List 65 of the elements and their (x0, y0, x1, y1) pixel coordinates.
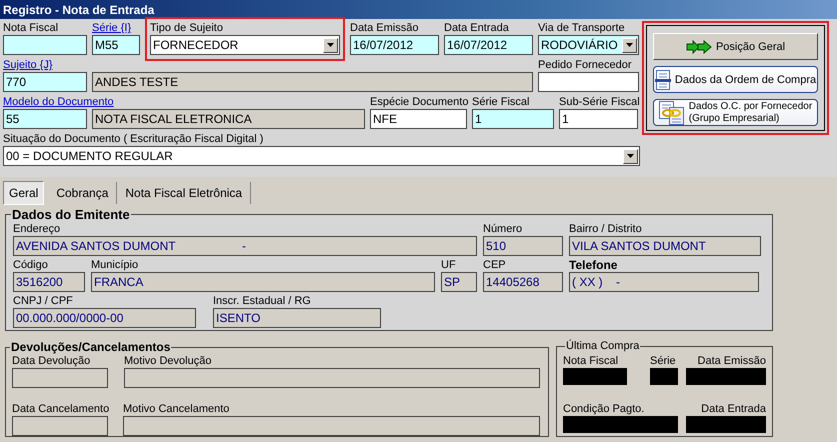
group-title: Devoluções/Cancelamentos (10, 340, 172, 354)
window-title: Registro - Nota de Entrada (3, 2, 154, 16)
field-label: Código (13, 258, 48, 272)
field-label: Situação do Documento ( Escrituração Fiscal Digital ) (3, 132, 264, 146)
input-field[interactable]: 16/07/2012 (350, 35, 439, 55)
field-label: Inscr. Estadual / RG (213, 294, 311, 308)
tab[interactable]: Geral (3, 180, 44, 204)
input-field[interactable]: NOTA FISCAL ELETRONICA (92, 109, 365, 129)
field-label: Série Fiscal (472, 95, 530, 109)
input-field[interactable]: VILA SANTOS DUMONT (569, 236, 761, 256)
input-field[interactable]: ( XX ) - (569, 272, 759, 292)
input-field[interactable]: 1 (559, 109, 638, 129)
input-field[interactable]: 16/07/2012 (444, 35, 533, 55)
field-label: CEP (483, 258, 506, 272)
field-label: Via de Transporte (538, 21, 625, 35)
field-label: Bairro / Distrito (569, 222, 642, 236)
field-label: Telefone (569, 258, 618, 272)
field-label: Nota Fiscal (3, 21, 58, 35)
input-field[interactable]: 14405268 (483, 272, 563, 292)
field-link[interactable]: Série {I} (92, 21, 132, 35)
dropdown-field[interactable]: FORNECEDOR (150, 35, 340, 55)
input-field[interactable]: 1 (472, 109, 554, 129)
field-label: Espécie Documento (370, 95, 468, 109)
dropdown-field[interactable]: 00 = DOCUMENTO REGULAR (3, 146, 640, 166)
field-label: Município (91, 258, 138, 272)
field-label: Data Emissão (350, 21, 418, 35)
field-label: Data Entrada (444, 21, 509, 35)
field-link[interactable]: Modelo do Documento (3, 95, 114, 109)
input-field[interactable]: FRANCA (91, 272, 435, 292)
input-field[interactable]: SP (441, 272, 477, 292)
field-label: Sub-Série Fiscal (559, 95, 640, 109)
input-field[interactable]: NFE (370, 109, 467, 129)
field-label: Motivo Cancelamento (123, 402, 230, 416)
field-label: Número (483, 222, 522, 236)
group-title: Última Compra (565, 340, 640, 352)
field-label: Tipo de Sujeito (150, 21, 223, 35)
field-label: Data Entrada (701, 402, 766, 416)
input-field[interactable]: 00.000.000/0000-00 (13, 308, 196, 328)
field-label: Data Cancelamento (12, 402, 110, 416)
field-label: Endereço (13, 222, 60, 236)
input-field[interactable]: 770 (3, 72, 87, 92)
group-title: Dados do Emitente (11, 207, 131, 222)
input-field[interactable]: M55 (92, 35, 140, 55)
input-field[interactable]: 3516200 (13, 272, 85, 292)
field-label: Data Emissão (698, 354, 766, 368)
dropdown-field[interactable]: RODOVIÁRIO (538, 35, 639, 55)
field-label: CNPJ / CPF (13, 294, 73, 308)
field-label: Pedido Fornecedor (538, 58, 632, 72)
tab[interactable]: Nota Fiscal Eletrônica (117, 182, 252, 204)
input-field[interactable]: AVENIDA SANTOS DUMONT - (13, 236, 477, 256)
field-label: Nota Fiscal (563, 354, 618, 368)
field-label: Condição Pagto. (563, 402, 644, 416)
input-field[interactable]: ANDES TESTE (92, 72, 533, 92)
tab[interactable]: Cobrança (48, 182, 118, 204)
field-label: UF (441, 258, 456, 272)
input-field[interactable]: 510 (483, 236, 563, 256)
field-link[interactable]: Sujeito {J} (3, 58, 53, 72)
action-button[interactable]: Dados da Ordem de Compra (653, 66, 818, 93)
action-button[interactable]: Posição Geral (653, 33, 818, 60)
input-field[interactable]: ISENTO (213, 308, 381, 328)
field-label: Data Devolução (12, 354, 90, 368)
action-button[interactable]: Dados O.C. por Fornecedor (Grupo Empresarial) (653, 99, 818, 126)
field-label: Série (650, 354, 676, 368)
input-field[interactable]: 55 (3, 109, 87, 129)
field-label: Motivo Devolução (124, 354, 212, 368)
